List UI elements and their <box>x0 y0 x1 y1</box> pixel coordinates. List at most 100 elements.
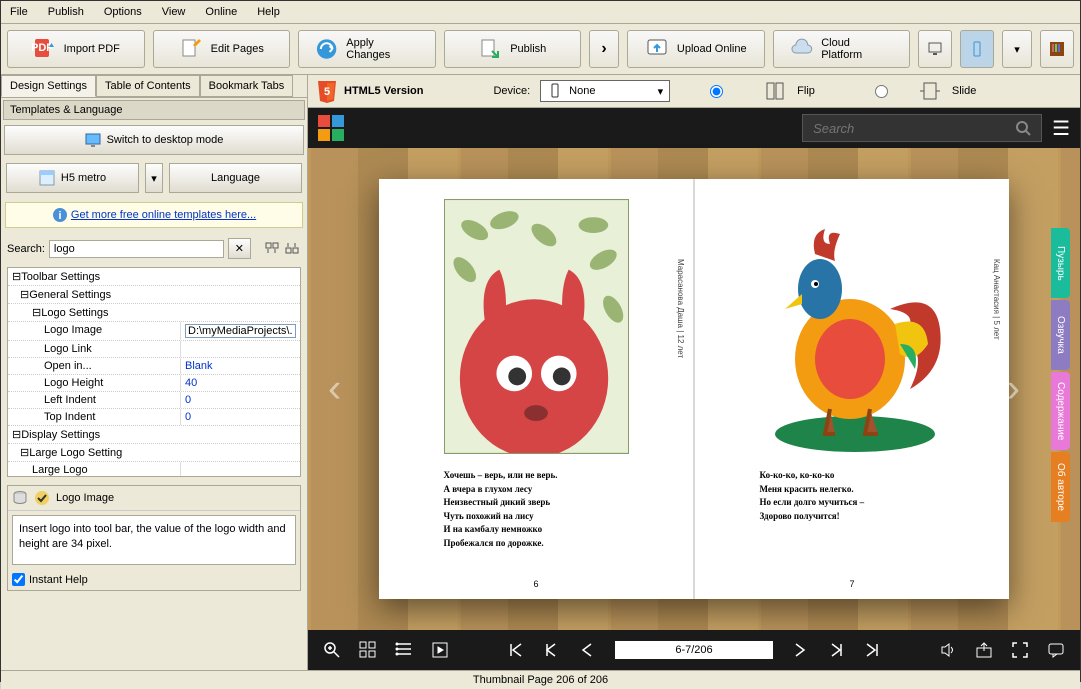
page-input[interactable] <box>615 641 773 659</box>
collapse-all-icon[interactable] <box>285 241 301 257</box>
tree-logo-settings[interactable]: ⊟Logo Settings <box>8 304 300 321</box>
mobile-icon <box>969 41 985 57</box>
next-page-icon[interactable] <box>791 641 809 659</box>
side-tab-2[interactable]: Содержание <box>1051 372 1070 450</box>
menu-online[interactable]: Online <box>201 4 241 20</box>
tree-left-indent[interactable]: Left Indent <box>8 392 180 408</box>
apply-changes-icon <box>315 37 338 61</box>
search-input[interactable] <box>49 240 224 258</box>
mobile-view-button[interactable] <box>960 30 994 68</box>
first-page-icon[interactable] <box>507 641 525 659</box>
next-page-arrow[interactable]: › <box>1007 367 1020 412</box>
import-pdf-button[interactable]: PDF Import PDF <box>7 30 145 68</box>
open-in-value[interactable]: Blank <box>180 358 300 374</box>
switch-desktop-button[interactable]: Switch to desktop mode <box>4 125 304 155</box>
phone-icon <box>547 83 563 99</box>
viewer-search-input[interactable] <box>813 121 1015 136</box>
left-page-image <box>444 199 629 454</box>
get-templates-link[interactable]: Get more free online templates here... <box>71 209 256 221</box>
side-tabs: Пузырь Озвучка Содержание Об авторе <box>1051 228 1070 522</box>
cloud-platform-button[interactable]: Cloud Platform <box>773 30 911 68</box>
switch-desktop-label: Switch to desktop mode <box>107 134 224 146</box>
dropdown-button[interactable]: ▾ <box>1002 30 1032 68</box>
flip-icon <box>763 79 787 103</box>
menu-publish[interactable]: Publish <box>44 4 88 20</box>
prev-page-arrow[interactable]: ‹ <box>328 367 341 412</box>
template-select-button[interactable]: H5 metro <box>6 163 139 193</box>
upload-online-button[interactable]: Upload Online <box>627 30 765 68</box>
left-page-number: 6 <box>533 579 538 589</box>
side-tab-0[interactable]: Пузырь <box>1051 228 1070 298</box>
instant-help-label: Instant Help <box>29 574 88 586</box>
desktop-view-button[interactable] <box>918 30 952 68</box>
menu-view[interactable]: View <box>158 4 190 20</box>
language-button[interactable]: Language <box>169 163 302 193</box>
publish-label: Publish <box>510 43 546 55</box>
clear-search-button[interactable]: ✕ <box>228 238 251 259</box>
device-select[interactable]: None ▾ <box>540 80 670 102</box>
upload-online-label: Upload Online <box>677 43 747 55</box>
viewer-search[interactable] <box>802 114 1042 142</box>
right-page-caption: Кац Анастасия | 5 лет <box>992 259 1001 340</box>
db-icon <box>12 490 28 506</box>
tree-top-indent[interactable]: Top Indent <box>8 409 180 425</box>
tree-large-logo[interactable]: Large Logo <box>8 462 180 477</box>
tree-logo-image[interactable]: Logo Image <box>8 322 180 340</box>
tab-bookmark-tabs[interactable]: Bookmark Tabs <box>200 75 294 97</box>
menu-help[interactable]: Help <box>253 4 284 20</box>
tree-large-logo-setting[interactable]: ⊟Large Logo Setting <box>8 444 300 461</box>
logo-image-input[interactable] <box>185 324 296 338</box>
hamburger-menu[interactable]: ☰ <box>1052 116 1070 141</box>
tab-design-settings[interactable]: Design Settings <box>1 75 96 97</box>
cloud-icon <box>790 37 814 61</box>
tab-table-of-contents[interactable]: Table of Contents <box>96 75 200 97</box>
bookshelf-button[interactable] <box>1040 30 1074 68</box>
tree-toolbar-settings[interactable]: ⊟Toolbar Settings <box>8 268 300 285</box>
instant-help-checkbox[interactable] <box>12 573 25 586</box>
bookshelf-icon <box>1049 41 1065 57</box>
svg-text:PDF: PDF <box>32 42 53 54</box>
tree-display-settings[interactable]: ⊟Display Settings <box>8 426 300 443</box>
prev-spread-icon[interactable] <box>543 641 561 659</box>
fullscreen-icon[interactable] <box>1011 641 1029 659</box>
slide-radio[interactable] <box>875 85 888 98</box>
edit-pages-icon <box>179 37 203 61</box>
side-tab-1[interactable]: Озвучка <box>1051 300 1070 370</box>
menu-file[interactable]: File <box>6 4 32 20</box>
sound-icon[interactable] <box>939 641 957 659</box>
tree-logo-link[interactable]: Logo Link <box>8 341 180 357</box>
right-page: Кац Анастасия | 5 лет Ко-ко-ко, ко-ко-ко… <box>695 179 1009 599</box>
logo-height-value[interactable]: 40 <box>180 375 300 391</box>
prev-page-icon[interactable] <box>579 641 597 659</box>
tree-general-settings[interactable]: ⊟General Settings <box>8 286 300 303</box>
tree-open-in[interactable]: Open in... <box>8 358 180 374</box>
share-icon[interactable] <box>975 641 993 659</box>
chevron-down-icon: ▾ <box>658 85 664 98</box>
right-page-number: 7 <box>849 579 854 589</box>
left-indent-value[interactable]: 0 <box>180 392 300 408</box>
menu-options[interactable]: Options <box>100 4 146 20</box>
zoom-icon[interactable] <box>323 641 341 659</box>
settings-tree[interactable]: ⊟Toolbar Settings ⊟General Settings ⊟Log… <box>7 267 301 477</box>
expand-all-icon[interactable] <box>265 241 281 257</box>
thumbnails-icon[interactable] <box>359 641 377 659</box>
next-spread-icon[interactable] <box>827 641 845 659</box>
template-dropdown-button[interactable]: ▾ <box>145 163 163 193</box>
menu-bar: File Publish Options View Online Help <box>1 1 1080 24</box>
edit-pages-button[interactable]: Edit Pages <box>153 30 291 68</box>
top-indent-value[interactable]: 0 <box>180 409 300 425</box>
info-icon: i <box>52 207 68 223</box>
autoplay-icon[interactable] <box>431 641 449 659</box>
tree-logo-height[interactable]: Logo Height <box>8 375 180 391</box>
flip-radio[interactable] <box>710 85 723 98</box>
apply-changes-button[interactable]: Apply Changes <box>298 30 436 68</box>
templates-language-header: Templates & Language <box>3 100 305 120</box>
comment-icon[interactable] <box>1047 641 1065 659</box>
help-title: Logo Image <box>56 492 114 504</box>
side-tab-3[interactable]: Об авторе <box>1051 452 1070 522</box>
publish-button[interactable]: Publish <box>444 30 582 68</box>
toc-icon[interactable] <box>395 641 413 659</box>
pdf-icon: PDF <box>32 37 56 61</box>
next-button[interactable]: › <box>589 30 619 68</box>
last-page-icon[interactable] <box>863 641 881 659</box>
